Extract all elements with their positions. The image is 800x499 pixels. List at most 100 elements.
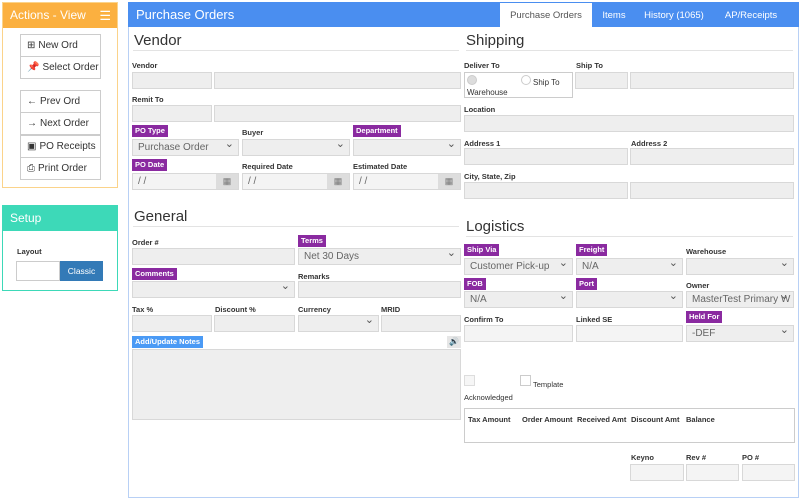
estimated-date-input[interactable]: / / ▦	[353, 173, 461, 190]
label: New Ord	[38, 40, 78, 51]
template-checkbox[interactable]	[520, 375, 531, 386]
state-zip-input[interactable]	[630, 182, 794, 199]
calendar-icon[interactable]: ▦	[438, 174, 460, 189]
layout-label: Layout	[17, 247, 42, 256]
label: PO Receipts	[39, 141, 96, 152]
divider	[133, 226, 459, 227]
label: Select Order	[42, 62, 99, 73]
buyer-select[interactable]	[242, 139, 350, 156]
discount-label: Discount %	[215, 305, 256, 314]
prev-order-button[interactable]: ← Prev Ord	[20, 90, 101, 113]
address1-label: Address 1	[464, 139, 501, 148]
tab-purchase-orders[interactable]: Purchase Orders	[500, 3, 592, 27]
actions-title: Actions - View	[10, 8, 86, 22]
comments-label: Comments	[132, 268, 177, 280]
freight-select[interactable]: N/A	[576, 258, 683, 275]
linked-se-input[interactable]	[576, 325, 683, 342]
discount-amt-header: Discount Amt	[631, 415, 680, 424]
owner-label: Owner	[686, 281, 710, 290]
calendar-icon[interactable]: ▦	[216, 174, 238, 189]
held-for-label: Held For	[686, 311, 723, 323]
comments-select[interactable]	[132, 281, 295, 298]
add-update-notes-button[interactable]: Add/Update Notes	[132, 336, 204, 348]
port-select[interactable]	[576, 291, 683, 308]
print-order-button[interactable]: ⎙ Print Order	[20, 157, 101, 180]
classic-button[interactable]: Classic	[60, 261, 103, 281]
terms-label: Terms	[298, 235, 326, 247]
remit-name-input[interactable]	[214, 105, 461, 122]
notes-textarea[interactable]	[132, 349, 461, 420]
balance-header: Balance	[686, 415, 715, 424]
page-title: Purchase Orders	[136, 7, 235, 22]
vendor-name-input[interactable]	[214, 72, 461, 89]
deliver-to-group: Warehouse Ship To	[464, 72, 573, 98]
select-order-button[interactable]: 📌 Select Order	[20, 56, 101, 79]
po-number-input[interactable]	[742, 464, 795, 481]
city-label: City, State, Zip	[464, 172, 516, 181]
address2-label: Address 2	[631, 139, 668, 148]
discount-input[interactable]	[214, 315, 295, 332]
keyno-input[interactable]	[630, 464, 684, 481]
ship-via-select[interactable]: Customer Pick-up	[464, 258, 573, 275]
order-number-input[interactable]	[132, 248, 295, 265]
tab-items[interactable]: Items	[592, 3, 636, 27]
menu-icon[interactable]: ☰	[99, 8, 111, 24]
address2-input[interactable]	[630, 148, 794, 165]
terms-select[interactable]: Net 30 Days	[298, 248, 461, 265]
divider	[466, 50, 793, 51]
confirm-to-input[interactable]	[464, 325, 573, 342]
acknowledged-label: Acknowledged	[464, 393, 513, 402]
rev-label: Rev #	[686, 453, 707, 462]
remarks-input[interactable]	[298, 281, 461, 298]
remit-code-input[interactable]	[132, 105, 212, 122]
calendar-icon[interactable]: ▦	[327, 174, 349, 189]
warehouse-label: Warehouse	[686, 247, 727, 256]
tab-history[interactable]: History (1065)	[636, 3, 712, 27]
plus-icon: ⊞	[27, 40, 36, 51]
freight-label: Freight	[576, 244, 608, 256]
location-label: Location	[464, 105, 496, 114]
po-type-select[interactable]: Purchase Order	[132, 139, 239, 156]
remarks-label: Remarks	[298, 272, 330, 281]
currency-select[interactable]	[298, 315, 379, 332]
speaker-icon[interactable]: 🔊	[447, 336, 461, 348]
city-input[interactable]	[464, 182, 628, 199]
location-input[interactable]	[464, 115, 794, 132]
ship-to-radio[interactable]	[521, 75, 531, 85]
keyno-label: Keyno	[631, 453, 654, 462]
tab-ap-receipts[interactable]: AP/Receipts	[712, 3, 790, 27]
layout-input[interactable]	[16, 261, 60, 281]
held-for-select[interactable]: -DEF	[686, 325, 794, 342]
new-order-button[interactable]: ⊞ New Ord	[20, 34, 101, 57]
po-receipts-button[interactable]: ▣ PO Receipts	[20, 135, 101, 158]
required-date-value: / /	[248, 176, 257, 187]
totals-table: Tax Amount Order Amount Received Amt Dis…	[464, 408, 795, 443]
ship-to-code-input[interactable]	[575, 72, 628, 89]
actions-header: Actions - View ☰	[3, 3, 117, 28]
shipping-heading: Shipping	[466, 32, 525, 49]
arrow-right-icon: →	[27, 118, 37, 129]
port-label: Port	[576, 278, 597, 290]
address1-input[interactable]	[464, 148, 628, 165]
warehouse-select[interactable]	[686, 258, 794, 275]
image-icon: ▣	[27, 141, 37, 152]
warehouse-radio-label: Warehouse	[467, 88, 508, 97]
acknowledged-checkbox[interactable]	[464, 375, 475, 386]
owner-select[interactable]: MasterTest Primary W	[686, 291, 794, 308]
vendor-code-input[interactable]	[132, 72, 212, 89]
warehouse-radio[interactable]	[467, 75, 477, 85]
department-select[interactable]	[353, 139, 461, 156]
po-date-input[interactable]: / / ▦	[132, 173, 239, 190]
estimated-date-label: Estimated Date	[353, 162, 408, 171]
order-amount-header: Order Amount	[522, 415, 573, 424]
rev-input[interactable]	[686, 464, 739, 481]
remit-label: Remit To	[132, 95, 164, 104]
next-order-button[interactable]: → Next Order	[20, 112, 101, 135]
fob-select[interactable]: N/A	[464, 291, 573, 308]
fob-label: FOB	[464, 278, 486, 290]
mrid-input[interactable]	[381, 315, 461, 332]
ship-to-name-input[interactable]	[630, 72, 794, 89]
required-date-input[interactable]: / / ▦	[242, 173, 350, 190]
tax-input[interactable]	[132, 315, 212, 332]
label: Prev Ord	[40, 96, 81, 107]
